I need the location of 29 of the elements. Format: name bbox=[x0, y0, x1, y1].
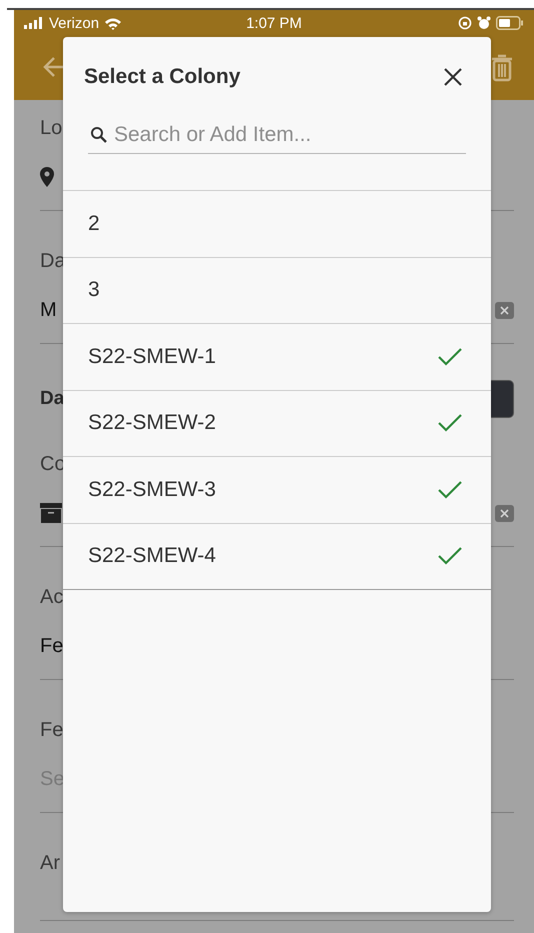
colony-option[interactable]: S22-SMEW-3 bbox=[63, 457, 491, 524]
clear-icon[interactable] bbox=[495, 302, 514, 318]
search-icon bbox=[90, 126, 108, 144]
search-field[interactable]: Search or Add Item... bbox=[88, 119, 466, 154]
clear-icon[interactable] bbox=[495, 504, 514, 522]
search-input[interactable]: Search or Add Item... bbox=[114, 123, 464, 147]
section-label: Da bbox=[40, 388, 64, 410]
location-pin-icon bbox=[40, 167, 54, 187]
colony-option[interactable]: 3 bbox=[63, 258, 491, 324]
field-label: Ar bbox=[40, 851, 60, 876]
alarm-clock-icon bbox=[477, 16, 491, 30]
rotation-lock-icon bbox=[458, 16, 472, 30]
field-value: M bbox=[40, 298, 57, 322]
field-label: Ac bbox=[40, 585, 64, 610]
close-icon[interactable] bbox=[443, 67, 463, 87]
field-label: Lo bbox=[40, 116, 62, 141]
battery-icon bbox=[496, 16, 524, 30]
colony-option[interactable]: S22-SMEW-2 bbox=[63, 390, 491, 457]
colony-option[interactable]: S22-SMEW-1 bbox=[63, 324, 491, 390]
status-time: 1:07 PM bbox=[246, 14, 302, 32]
signal-icon bbox=[24, 17, 44, 29]
trash-icon[interactable] bbox=[491, 54, 513, 82]
wifi-icon bbox=[104, 16, 122, 30]
dialog-title: Select a Colony bbox=[84, 65, 240, 89]
colony-option[interactable]: 2 bbox=[63, 191, 491, 258]
field-value: Fe bbox=[40, 634, 64, 658]
archive-box-icon bbox=[40, 503, 62, 523]
field-label: Fe bbox=[40, 718, 64, 743]
carrier-name: Verizon bbox=[49, 14, 100, 32]
